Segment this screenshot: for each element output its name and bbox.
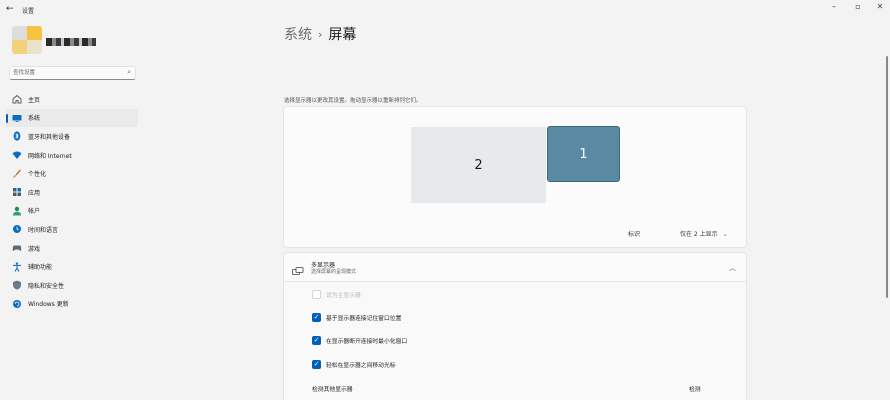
sidebar-item-label: 系统 <box>28 115 41 123</box>
avatar[interactable] <box>12 26 42 54</box>
make-main-display-option: 设为主显示器 <box>312 290 361 299</box>
option-label: 基于显示器连接记住窗口位置 <box>326 316 402 322</box>
gamepad-icon <box>12 243 22 253</box>
remember-window-locations-option[interactable]: ✓ 基于显示器连接记住窗口位置 <box>312 313 401 322</box>
option-label: 轻松在显示器之间移动光标 <box>326 363 396 369</box>
sidebar-item-apps[interactable]: 应用 <box>6 183 138 202</box>
sidebar-item-label: 时间和语言 <box>28 226 59 234</box>
sidebar-nav: 主页 系统 蓝牙和其他设备 网络和 Internet 个性化 应用 帐户 时间和… <box>6 90 138 313</box>
accessibility-icon <box>12 262 22 272</box>
person-icon <box>12 206 22 216</box>
sidebar-item-accounts[interactable]: 帐户 <box>6 202 138 221</box>
update-icon <box>12 299 22 309</box>
sidebar-item-bluetooth[interactable]: 蓝牙和其他设备 <box>6 127 138 146</box>
option-label: 在显示器断开连接时最小化窗口 <box>326 339 408 345</box>
sidebar-item-privacy[interactable]: 隐私和安全性 <box>6 276 138 295</box>
sidebar-item-label: Windows 更新 <box>28 301 69 309</box>
checkbox-checked[interactable]: ✓ <box>312 360 321 369</box>
multiple-displays-subtitle: 选择屏幕的呈现模式 <box>311 269 357 275</box>
scrollbar[interactable] <box>886 56 888 298</box>
page-title: 屏幕 <box>328 27 357 43</box>
sidebar-item-label: 网络和 Internet <box>28 152 72 160</box>
sidebar-item-label: 蓝牙和其他设备 <box>28 133 71 141</box>
multiple-displays-options: 设为主显示器 ✓ 基于显示器连接记住窗口位置 ✓ 在显示器断开连接时最小化窗口 … <box>283 282 747 400</box>
globe-clock-icon <box>12 224 22 234</box>
sidebar-item-label: 个性化 <box>28 171 47 179</box>
checkbox-disabled <box>312 290 321 299</box>
monitor-2[interactable]: 2 <box>411 127 546 203</box>
search-input[interactable] <box>13 68 123 78</box>
sidebar-item-home[interactable]: 主页 <box>6 90 138 109</box>
chevron-down-icon: ⌄ <box>722 231 728 238</box>
checkbox-checked[interactable]: ✓ <box>312 336 321 345</box>
breadcrumb: 系统 › 屏幕 <box>284 24 356 44</box>
display-mode-dropdown[interactable]: 仅在 2 上显示 ⌄ <box>680 229 728 238</box>
back-arrow-icon[interactable]: ← <box>6 4 14 14</box>
profile-name-redacted <box>46 38 96 46</box>
identify-button[interactable]: 标识 <box>628 229 640 238</box>
checkbox-checked[interactable]: ✓ <box>312 313 321 322</box>
ease-cursor-movement-option[interactable]: ✓ 轻松在显示器之间移动光标 <box>312 360 396 369</box>
sidebar-item-time-language[interactable]: 时间和语言 <box>6 220 138 239</box>
maximize-button[interactable]: ▫ <box>850 2 866 11</box>
sidebar-item-label: 隐私和安全性 <box>28 282 65 290</box>
sidebar-item-system[interactable]: 系统 <box>6 108 138 128</box>
search-box[interactable]: ⌕ <box>9 66 136 80</box>
multiple-displays-icon <box>292 262 304 275</box>
minimize-on-disconnect-option[interactable]: ✓ 在显示器断开连接时最小化窗口 <box>312 336 407 345</box>
wifi-icon <box>12 150 22 160</box>
chevron-up-icon[interactable]: ︿ <box>729 263 736 273</box>
sidebar-item-label: 辅助功能 <box>28 264 53 272</box>
monitor-arrangement-card: 2 1 标识 仅在 2 上显示 ⌄ <box>283 106 747 248</box>
sidebar-item-personalization[interactable]: 个性化 <box>6 164 138 183</box>
home-icon <box>12 94 22 104</box>
close-button[interactable]: ✕ <box>872 2 888 11</box>
option-label: 设为主显示器 <box>326 293 361 299</box>
app-title: 设置 <box>22 8 35 15</box>
sidebar-item-label: 帐户 <box>28 208 41 216</box>
shield-icon <box>12 280 22 290</box>
sidebar-item-windows-update[interactable]: Windows 更新 <box>6 295 138 314</box>
minimize-button[interactable]: – <box>826 2 842 11</box>
breadcrumb-parent[interactable]: 系统 <box>284 27 312 43</box>
sidebar-item-label: 应用 <box>28 189 41 197</box>
title-bar: ← 设置 – ▫ ✕ <box>0 0 890 22</box>
detect-other-display-label: 检测其他显示器 <box>312 387 353 393</box>
multiple-displays-header[interactable]: 多显示器 选择屏幕的呈现模式 ︿ <box>283 252 747 282</box>
sidebar-item-accessibility[interactable]: 辅助功能 <box>6 257 138 276</box>
breadcrumb-separator: › <box>318 28 323 41</box>
monitor-1[interactable]: 1 <box>547 126 620 182</box>
sidebar-item-gaming[interactable]: 游戏 <box>6 239 138 258</box>
detect-button[interactable]: 检测 <box>689 384 701 393</box>
sidebar-item-label: 游戏 <box>28 245 41 253</box>
search-icon[interactable]: ⌕ <box>127 68 131 77</box>
arrangement-hint: 选择显示器以更改其设置。拖动显示器以重新排列它们。 <box>284 98 422 104</box>
apps-icon <box>12 187 22 197</box>
sidebar-item-label: 主页 <box>28 96 41 104</box>
bluetooth-icon <box>12 131 22 142</box>
display-mode-value: 仅在 2 上显示 <box>680 231 718 238</box>
sidebar-item-network[interactable]: 网络和 Internet <box>6 146 138 165</box>
brush-icon <box>12 169 22 179</box>
monitor-icon <box>12 113 22 123</box>
